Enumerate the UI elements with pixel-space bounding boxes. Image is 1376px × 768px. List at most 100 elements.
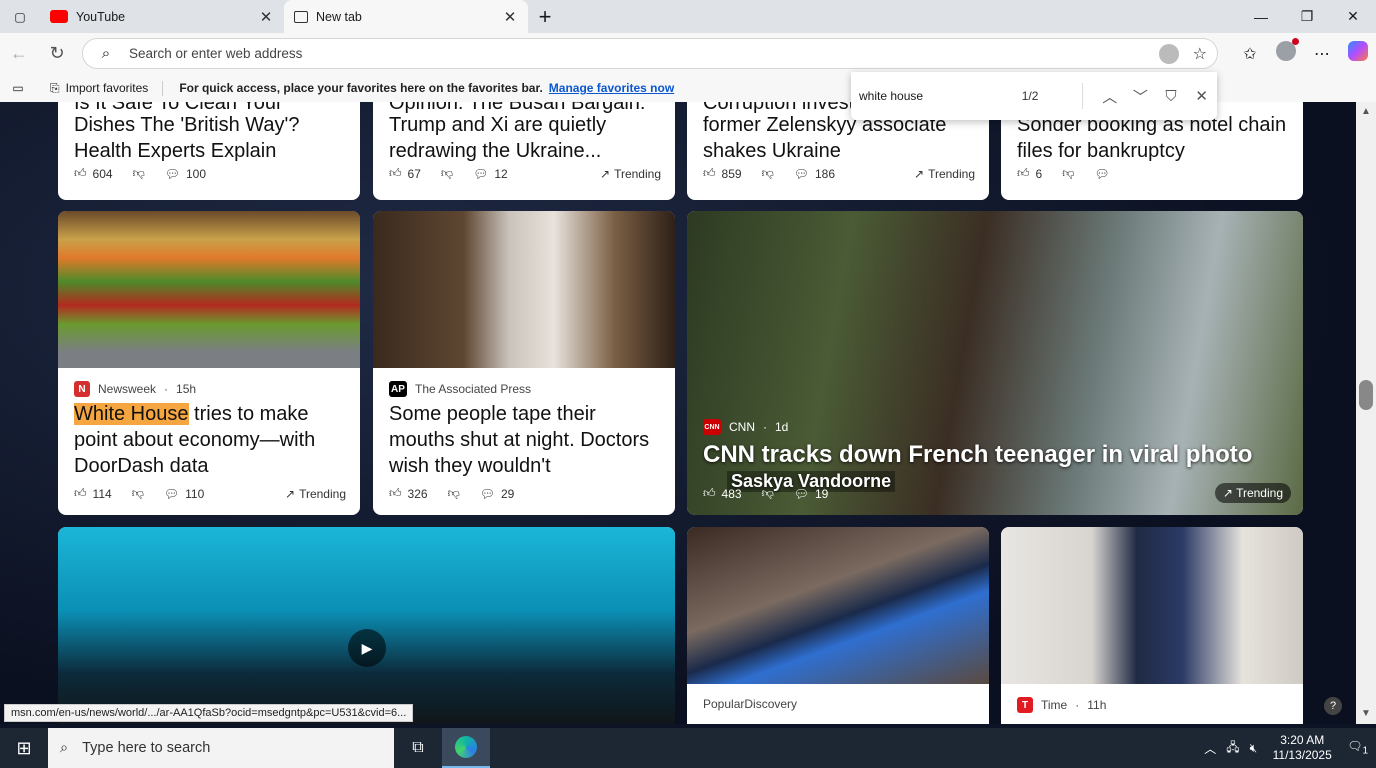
find-previous-icon[interactable]: ︿	[1094, 86, 1125, 107]
reaction-bar: 👍︎ 604 👎︎ 💬︎ 100	[74, 166, 346, 181]
news-card-cnn[interactable]: CNN CNN · 1d CNN tracks down French teena…	[687, 211, 1303, 515]
scroll-up-icon[interactable]: ▲	[1356, 106, 1376, 117]
edge-taskbar-icon[interactable]	[442, 728, 490, 768]
youtube-icon	[50, 10, 68, 23]
news-card-ap[interactable]: AP The Associated Press Some people tape…	[373, 211, 675, 515]
newsweek-logo: N	[74, 381, 90, 397]
news-card-newsweek[interactable]: N Newsweek · 15h White House tries to mak…	[58, 211, 360, 515]
reaction-bar: 👍︎ 114 👎︎ 💬︎ 110 ↗ Trending	[74, 486, 346, 501]
taskbar-search[interactable]: ⌕ Type here to search	[48, 728, 394, 768]
comment-button[interactable]: 💬︎	[1094, 167, 1109, 181]
import-icon: ⎘	[50, 80, 60, 95]
find-count: 1/2	[1021, 89, 1039, 103]
tab-title: YouTube	[76, 9, 126, 24]
dislike-icon[interactable]: 👎︎	[762, 166, 774, 181]
clock[interactable]: 3:20 AM 11/13/2025	[1267, 733, 1337, 763]
toolbar: ← ↻ ⌕ Search or enter web address ☆ ✩ ⋯	[0, 33, 1376, 74]
news-card-populardiscovery[interactable]: PopularDiscovery	[687, 527, 989, 724]
like-button[interactable]: 👍︎ 859	[703, 166, 742, 181]
profile-avatar[interactable]	[1268, 38, 1304, 66]
comment-button[interactable]: 💬︎ 110	[164, 487, 204, 501]
page-scrollbar[interactable]: ▲ ▼	[1356, 102, 1376, 724]
like-button[interactable]: 👍︎ 67	[389, 166, 421, 181]
scroll-down-icon[interactable]: ▼	[1356, 708, 1376, 719]
screen: ▢ YouTube ✕ New tab ✕ + — ❐ ✕ ← ↻ ⌕ Sear…	[0, 0, 1376, 768]
source-age: 15h	[176, 382, 197, 396]
import-favorites-button[interactable]: ⎘ Import favorites	[36, 80, 164, 96]
new-tab-button[interactable]: +	[528, 0, 562, 33]
restore-icon[interactable]: ❐	[1284, 0, 1330, 33]
task-view-icon[interactable]: ⧉	[394, 739, 442, 757]
copilot-icon[interactable]	[1340, 41, 1376, 66]
cnn-logo: CNN	[703, 419, 721, 435]
chevron-up-icon[interactable]: ︿	[1204, 740, 1216, 757]
news-card[interactable]: Is It Safe To Clean Your Dishes The 'Bri…	[58, 102, 360, 200]
find-input[interactable]: white house	[851, 89, 1022, 103]
source-name: CNN	[729, 420, 755, 434]
tab-new-tab[interactable]: New tab ✕	[284, 0, 528, 33]
find-close-icon[interactable]: ✕	[1186, 87, 1217, 105]
source-age: 11h	[1087, 698, 1107, 712]
refresh-icon[interactable]: ↻	[38, 43, 76, 64]
volume-muted-icon[interactable]: 🔇︎	[1250, 741, 1258, 756]
help-icon[interactable]: ?	[1324, 697, 1342, 715]
dislike-icon[interactable]: 👎︎	[448, 486, 460, 501]
close-window-icon[interactable]: ✕	[1330, 0, 1376, 33]
dislike-icon[interactable]: 👎︎	[441, 166, 453, 181]
like-button[interactable]: 👍︎ 326	[389, 486, 428, 501]
comment-button[interactable]: 💬︎ 19	[794, 487, 829, 501]
source-name: Time	[1041, 698, 1068, 712]
comment-button[interactable]: 💬︎ 29	[480, 487, 515, 501]
ap-logo: AP	[389, 381, 407, 397]
dislike-icon[interactable]: 👎︎	[1062, 166, 1074, 181]
network-icon[interactable]: 🖧	[1226, 738, 1239, 759]
favorite-star-icon[interactable]: ☆	[1193, 44, 1207, 64]
like-button[interactable]: 👍︎ 604	[74, 166, 113, 181]
source-row: CNN CNN · 1d	[703, 419, 789, 435]
find-filter-icon[interactable]: ⛉	[1156, 88, 1187, 105]
source-row: N Newsweek · 15h	[74, 381, 196, 397]
read-aloud-icon[interactable]	[1158, 43, 1179, 64]
news-card[interactable]: Opinion: The Busan Bargain: Trump and Xi…	[373, 102, 675, 200]
conference-image	[58, 527, 675, 724]
comment-button[interactable]: 💬︎ 100	[165, 167, 206, 181]
favorites-icon[interactable]: ✩	[1232, 44, 1268, 64]
tab-strip: ▢ YouTube ✕ New tab ✕ + — ❐ ✕	[0, 0, 1376, 33]
play-icon[interactable]: ▶	[348, 629, 386, 667]
system-tray: ︿ 🖧 🔇︎ 3:20 AM 11/13/2025 🗨︎1	[1204, 728, 1376, 768]
address-input[interactable]: Search or enter web address	[129, 46, 1159, 61]
dislike-icon[interactable]: 👎︎	[132, 486, 144, 501]
like-button[interactable]: 👍︎ 483	[703, 486, 742, 501]
close-tab-icon[interactable]: ✕	[258, 8, 274, 26]
like-button[interactable]: 👍︎ 6	[1017, 166, 1042, 181]
headline: CNN tracks down French teenager in viral…	[703, 441, 1253, 468]
back-icon[interactable]: ←	[0, 43, 38, 64]
trending-label: ↗ Trending	[914, 166, 975, 181]
comment-button[interactable]: 💬︎ 12	[473, 167, 508, 181]
source-row: PopularDiscovery	[703, 697, 797, 711]
source-row: T Time · 11h	[1017, 697, 1106, 713]
search-icon: ⌕	[101, 45, 111, 62]
source-row: AP The Associated Press	[389, 381, 531, 397]
workspaces-icon[interactable]: ▢	[0, 0, 40, 33]
more-icon[interactable]: ⋯	[1304, 44, 1340, 64]
divider	[1081, 83, 1083, 109]
windows-start-icon[interactable]: ⊞	[0, 738, 48, 759]
find-next-icon[interactable]: ﹀	[1125, 86, 1156, 107]
import-label: Import favorites	[65, 81, 149, 95]
video-card[interactable]: ▶	[58, 527, 675, 724]
scroll-thumb[interactable]	[1359, 380, 1373, 410]
notification-icon[interactable]: 🗨︎1	[1347, 739, 1368, 756]
dislike-icon[interactable]: 👎︎	[133, 166, 145, 181]
comment-button[interactable]: 💬︎ 186	[794, 167, 835, 181]
address-bar[interactable]: ⌕ Search or enter web address ☆	[82, 38, 1218, 69]
tablet-icon[interactable]: ▭	[0, 81, 36, 95]
close-tab-icon[interactable]: ✕	[502, 8, 518, 26]
news-card-time[interactable]: T Time · 11h	[1001, 527, 1303, 724]
smart-glasses-image	[687, 527, 989, 684]
like-button[interactable]: 👍︎ 114	[74, 486, 112, 501]
manage-favorites-link[interactable]: Manage favorites now	[549, 81, 674, 95]
tab-youtube[interactable]: YouTube ✕	[40, 0, 284, 33]
minimize-icon[interactable]: —	[1238, 0, 1284, 33]
dislike-icon[interactable]: 👎︎	[762, 486, 774, 501]
